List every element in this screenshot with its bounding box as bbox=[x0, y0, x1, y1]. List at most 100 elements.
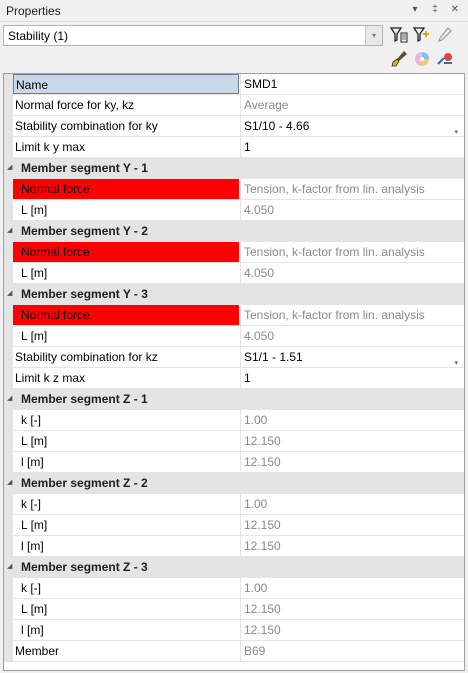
property-row[interactable]: Normal force Tension, k-factor from lin. … bbox=[4, 242, 464, 263]
property-value-text: 4.050 bbox=[244, 329, 275, 343]
property-name[interactable]: Normal force bbox=[13, 179, 239, 199]
property-value-dropdown[interactable]: S1/10 - 4.66 ▾ bbox=[240, 116, 464, 136]
row-indent bbox=[4, 641, 13, 662]
group-header[interactable]: ◢ Member segment Z - 3 bbox=[4, 557, 464, 578]
collapse-caret-icon[interactable]: ◢ bbox=[7, 163, 12, 171]
color-palette-icon[interactable] bbox=[412, 49, 432, 69]
property-row[interactable]: L [m] 12.150 bbox=[4, 599, 464, 620]
row-indent bbox=[4, 515, 13, 536]
collapse-caret-icon[interactable]: ◢ bbox=[7, 394, 12, 402]
property-grid[interactable]: Name SMD1 Normal force for ky, kz Average St… bbox=[3, 73, 465, 671]
filter-selection-icon[interactable] bbox=[389, 25, 409, 45]
property-name[interactable]: Normal force bbox=[13, 305, 239, 325]
property-value[interactable]: 1 bbox=[240, 368, 464, 388]
group-title: Member segment Z - 1 bbox=[21, 392, 148, 406]
property-value[interactable]: 1 bbox=[240, 137, 464, 157]
property-value: 12.150 bbox=[240, 599, 464, 619]
property-value: 4.050 bbox=[240, 263, 464, 283]
row-indent bbox=[4, 200, 13, 221]
pin-icon[interactable]: ‡ bbox=[428, 3, 442, 17]
collapse-caret-icon[interactable]: ◢ bbox=[7, 562, 12, 570]
property-name[interactable]: Stability combination for ky bbox=[13, 116, 239, 136]
property-value-text: S1/10 - 4.66 bbox=[244, 119, 310, 133]
property-name[interactable]: k [-] bbox=[13, 410, 239, 430]
property-row[interactable]: L [m] 12.150 bbox=[4, 431, 464, 452]
property-value-text: B69 bbox=[244, 644, 266, 658]
property-name[interactable]: Limit k y max bbox=[13, 137, 239, 157]
chevron-down-icon[interactable]: ▾ bbox=[454, 354, 458, 367]
close-icon[interactable]: ✕ bbox=[448, 3, 462, 17]
property-value[interactable]: SMD1 bbox=[240, 74, 464, 94]
property-row[interactable]: l [m] 12.150 bbox=[4, 536, 464, 557]
property-name[interactable]: Limit k z max bbox=[13, 368, 239, 388]
property-name[interactable]: L [m] bbox=[13, 200, 239, 220]
property-row[interactable]: l [m] 12.150 bbox=[4, 452, 464, 473]
property-row[interactable]: l [m] 12.150 bbox=[4, 620, 464, 641]
property-row[interactable]: Limit k z max 1 bbox=[4, 368, 464, 389]
property-name[interactable]: l [m] bbox=[13, 620, 239, 640]
group-header[interactable]: ◢ Member segment Z - 1 bbox=[4, 389, 464, 410]
group-header[interactable]: ◢ Member segment Z - 2 bbox=[4, 473, 464, 494]
row-indent bbox=[4, 452, 13, 473]
group-header[interactable]: ◢ Member segment Y - 2 bbox=[4, 221, 464, 242]
property-name[interactable]: l [m] bbox=[13, 536, 239, 556]
panel-title: Properties bbox=[6, 4, 61, 18]
selection-combobox-value: Stability (1) bbox=[8, 29, 69, 43]
property-name[interactable]: k [-] bbox=[13, 494, 239, 514]
row-indent bbox=[4, 263, 13, 284]
property-row[interactable]: Name SMD1 bbox=[4, 74, 464, 95]
property-row[interactable]: L [m] 4.050 bbox=[4, 200, 464, 221]
property-row[interactable]: k [-] 1.00 bbox=[4, 578, 464, 599]
property-name[interactable]: Normal force for ky, kz bbox=[13, 95, 239, 115]
property-row[interactable]: L [m] 12.150 bbox=[4, 515, 464, 536]
collapse-caret-icon[interactable]: ◢ bbox=[7, 289, 12, 297]
selection-combobox[interactable]: Stability (1) ▾ bbox=[3, 25, 383, 46]
brush-icon[interactable] bbox=[389, 49, 409, 69]
property-row[interactable]: Limit k y max 1 bbox=[4, 137, 464, 158]
property-row[interactable]: Normal force for ky, kz Average bbox=[4, 95, 464, 116]
property-value: 1.00 bbox=[240, 410, 464, 430]
group-header[interactable]: ◢ Member segment Y - 3 bbox=[4, 284, 464, 305]
property-name[interactable]: L [m] bbox=[13, 599, 239, 619]
property-name[interactable]: L [m] bbox=[13, 431, 239, 451]
row-indent bbox=[4, 74, 13, 95]
panel-menu-dropdown-icon[interactable]: ▾ bbox=[408, 3, 422, 17]
property-row[interactable]: Stability combination for kz S1/1 - 1.51 ▾ bbox=[4, 347, 464, 368]
property-name[interactable]: Normal force bbox=[13, 242, 239, 262]
property-value-text: 12.150 bbox=[244, 539, 281, 553]
group-header[interactable]: ◢ Member segment Y - 1 bbox=[4, 158, 464, 179]
property-value-text: S1/1 - 1.51 bbox=[244, 350, 303, 364]
property-value: B69 bbox=[240, 641, 464, 661]
property-name[interactable]: k [-] bbox=[13, 578, 239, 598]
property-name[interactable]: Name bbox=[13, 74, 239, 94]
property-value: 12.150 bbox=[240, 536, 464, 556]
pin-tool-icon[interactable] bbox=[435, 49, 455, 69]
property-row[interactable]: L [m] 4.050 bbox=[4, 326, 464, 347]
property-value-dropdown[interactable]: S1/1 - 1.51 ▾ bbox=[240, 347, 464, 367]
property-value-text: 1 bbox=[244, 371, 251, 385]
property-row[interactable]: Member B69 bbox=[4, 641, 464, 662]
property-row[interactable]: Normal force Tension, k-factor from lin. … bbox=[4, 179, 464, 200]
collapse-caret-icon[interactable]: ◢ bbox=[7, 226, 12, 234]
filter-add-icon[interactable] bbox=[412, 25, 432, 45]
collapse-caret-icon[interactable]: ◢ bbox=[7, 478, 12, 486]
property-value: 1.00 bbox=[240, 494, 464, 514]
row-indent bbox=[4, 620, 13, 641]
property-name[interactable]: L [m] bbox=[13, 515, 239, 535]
property-row[interactable]: k [-] 1.00 bbox=[4, 494, 464, 515]
property-row[interactable]: Stability combination for ky S1/10 - 4.66… bbox=[4, 116, 464, 137]
property-name[interactable]: l [m] bbox=[13, 452, 239, 472]
property-row[interactable]: L [m] 4.050 bbox=[4, 263, 464, 284]
property-value-text: 12.150 bbox=[244, 455, 281, 469]
chevron-down-icon[interactable]: ▾ bbox=[365, 26, 382, 45]
property-row[interactable]: k [-] 1.00 bbox=[4, 410, 464, 431]
chevron-down-icon[interactable]: ▾ bbox=[454, 123, 458, 136]
property-value: Tension, k-factor from lin. analysis bbox=[240, 305, 464, 325]
property-name[interactable]: L [m] bbox=[13, 263, 239, 283]
pencil-icon[interactable] bbox=[435, 25, 455, 45]
property-name[interactable]: Member bbox=[13, 641, 239, 661]
property-name[interactable]: L [m] bbox=[13, 326, 239, 346]
property-name[interactable]: Stability combination for kz bbox=[13, 347, 239, 367]
row-indent bbox=[4, 410, 13, 431]
property-row[interactable]: Normal force Tension, k-factor from lin. … bbox=[4, 305, 464, 326]
